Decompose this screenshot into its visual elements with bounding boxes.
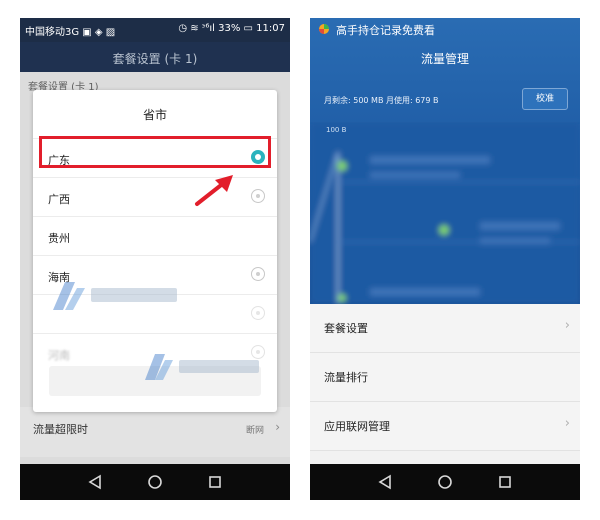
data-limit-row[interactable]: 流量超限时 断网 › bbox=[20, 407, 290, 457]
province-item-guangxi[interactable]: 广西 bbox=[33, 177, 277, 216]
selection-highlight-box bbox=[39, 136, 271, 168]
traffic-menu: 套餐设置 › 流量排行 应用联网管理 › bbox=[310, 304, 580, 451]
data-limit-value: 断网 bbox=[245, 426, 264, 436]
chevron-right-icon: › bbox=[564, 416, 570, 431]
data-limit-label: 流量超限时 bbox=[33, 423, 88, 436]
page-title: 套餐设置 (卡 1) bbox=[112, 52, 198, 66]
carrier-text: 中国移动3G ▣ ◈ ▨ bbox=[25, 27, 116, 38]
left-phone-screen: 中国移动3G ▣ ◈ ▨ ◷ ≋ ᵌ⁶ıl 33% ▭ 11:07 套餐设置 (… bbox=[20, 18, 290, 500]
page-title: 流量管理 bbox=[420, 52, 469, 66]
back-icon[interactable] bbox=[376, 473, 394, 491]
watermark-logo bbox=[53, 282, 177, 310]
watermark-logo bbox=[145, 354, 259, 380]
radio-icon[interactable] bbox=[251, 267, 265, 281]
menu-item-label: 应用联网管理 bbox=[324, 420, 390, 433]
chart-axis-label: 100 B bbox=[326, 126, 347, 134]
chevron-right-icon: › bbox=[564, 318, 570, 333]
traffic-header: 高手持仓记录免费看 流量管理 月剩余: 500 MB 月使用: 679 B 校准 bbox=[310, 18, 580, 304]
recent-apps-icon[interactable] bbox=[206, 473, 224, 491]
calibrate-button[interactable]: 校准 bbox=[522, 88, 568, 110]
red-arrow-icon bbox=[195, 175, 233, 206]
menu-item-app-network[interactable]: 应用联网管理 › bbox=[310, 402, 580, 451]
menu-item-label: 流量排行 bbox=[324, 371, 368, 384]
province-list: 广东 广西 贵州 海南 河南 bbox=[33, 138, 277, 372]
menu-item-traffic-ranking[interactable]: 流量排行 bbox=[310, 353, 580, 402]
province-name: 河南 bbox=[48, 349, 70, 362]
province-name: 广西 bbox=[48, 193, 70, 206]
province-name: 贵州 bbox=[48, 232, 70, 245]
back-icon[interactable] bbox=[86, 473, 104, 491]
page-header: 套餐设置 (卡 1) bbox=[20, 42, 290, 72]
radio-icon[interactable] bbox=[251, 189, 265, 203]
dialog-title: 省市 bbox=[142, 108, 167, 122]
notification-app-name: 高手持仓记录免费看 bbox=[336, 24, 435, 37]
home-icon[interactable] bbox=[436, 473, 454, 491]
home-icon[interactable] bbox=[146, 473, 164, 491]
menu-item-plan-settings[interactable]: 套餐设置 › bbox=[310, 304, 580, 353]
navigation-bar bbox=[310, 464, 580, 500]
province-dialog: 省市 广东 广西 贵州 海南 河南 bbox=[33, 90, 277, 412]
status-icons-time: ◷ ≋ ᵌ⁶ıl 33% ▭ 11:07 bbox=[178, 23, 285, 34]
radio-icon[interactable] bbox=[251, 306, 265, 320]
menu-item-label: 套餐设置 bbox=[324, 322, 368, 335]
province-item-guizhou[interactable]: 贵州 bbox=[33, 216, 277, 255]
chevron-right-icon: › bbox=[275, 420, 280, 434]
right-phone-screen: 高手持仓记录免费看 流量管理 月剩余: 500 MB 月使用: 679 B 校准 bbox=[310, 18, 580, 500]
navigation-bar bbox=[20, 464, 290, 500]
app-logo-icon bbox=[319, 24, 329, 34]
status-bar: 中国移动3G ▣ ◈ ▨ ◷ ≋ ᵌ⁶ıl 33% ▭ 11:07 bbox=[20, 18, 290, 42]
usage-summary: 月剩余: 500 MB 月使用: 679 B bbox=[324, 96, 439, 105]
traffic-chart-blurred bbox=[310, 122, 580, 304]
recent-apps-icon[interactable] bbox=[496, 473, 514, 491]
